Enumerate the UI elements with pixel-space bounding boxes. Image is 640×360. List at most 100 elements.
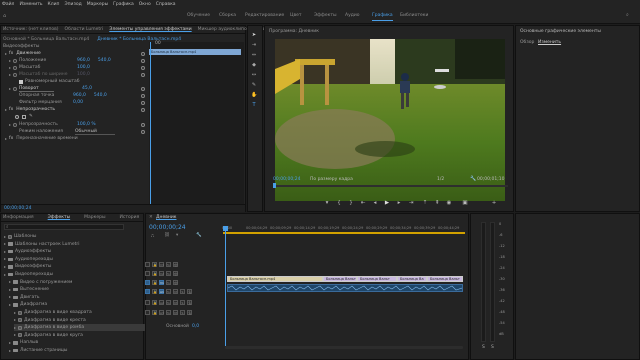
wrench-icon[interactable]: 🔧 <box>470 176 476 182</box>
mic-icon[interactable]: 🎙 <box>187 299 192 305</box>
program-timecode[interactable]: 00;00;00;24 <box>273 177 300 182</box>
go-to-in-icon[interactable]: ⇤ <box>359 200 367 206</box>
timeline-title[interactable]: Дневник <box>156 215 176 220</box>
effects-search-field[interactable]: ⌕ <box>4 224 124 230</box>
mark-out-icon[interactable]: } <box>347 200 355 206</box>
video-clip[interactable]: Больница Вальтасн.mp4 <box>227 276 323 282</box>
workspace-tab[interactable]: Обучение <box>187 13 210 18</box>
compare-icon[interactable]: ▣ <box>461 200 469 206</box>
source-patch[interactable] <box>145 279 150 285</box>
eg-tab-browse[interactable]: Обзор <box>520 40 534 45</box>
solo-right[interactable]: S <box>491 345 494 350</box>
reset-icon[interactable] <box>141 52 145 56</box>
type-tool-icon[interactable]: T <box>251 102 257 108</box>
timeline-playhead[interactable] <box>225 226 226 346</box>
reset-icon[interactable] <box>141 130 145 134</box>
opacity-value[interactable]: 100,0 % <box>77 122 96 127</box>
mic-icon[interactable]: 🎙 <box>187 309 192 315</box>
solo-button[interactable]: S <box>180 299 185 305</box>
source-patch[interactable] <box>145 270 150 276</box>
export-frame-icon[interactable]: ◉ <box>445 200 453 206</box>
timeline-timecode[interactable]: 00;00;00;24 <box>149 224 186 231</box>
mark-in-icon[interactable]: { <box>335 200 343 206</box>
anchor-x-value[interactable]: 960,0 <box>73 93 86 98</box>
mute-button[interactable]: M <box>173 309 178 315</box>
property-value[interactable]: 100,0 <box>77 65 90 70</box>
linked-selection-icon[interactable]: ⛓ <box>164 233 170 238</box>
ec-timecode[interactable]: 00;00;00;24 <box>4 206 31 211</box>
workspace-tab[interactable]: Цвет <box>290 13 302 18</box>
menu-item[interactable]: Справка <box>156 2 176 7</box>
marker-icon[interactable]: ▾ <box>323 200 331 206</box>
solo-button[interactable]: S <box>180 309 185 315</box>
video-clip[interactable]: Больница Вальт <box>323 276 357 282</box>
mini-playhead[interactable] <box>150 42 151 212</box>
close-icon[interactable]: ✕ <box>149 215 153 220</box>
lock-icon[interactable]: 🔒 <box>152 279 157 285</box>
selection-tool-icon[interactable]: ➤ <box>251 32 257 38</box>
effects-list-item[interactable]: Листание страницы <box>9 347 67 354</box>
workspace-tab[interactable]: Сборка <box>219 13 236 18</box>
blend-mode-row[interactable]: Режим наложения Обычный <box>19 128 115 135</box>
fx-motion-row[interactable]: fx Движение <box>5 50 41 57</box>
effects-panel-tab[interactable]: История <box>120 215 140 220</box>
uniform-scale-row[interactable]: Равномерный масштаб <box>19 78 80 85</box>
pen-tool-icon[interactable]: ✎ <box>251 82 257 88</box>
effects-list-item[interactable]: Видеоэффекты <box>4 263 51 270</box>
fx-opacity-row[interactable]: fx Непрозрачность <box>5 106 55 113</box>
track-target-button[interactable]: A2 <box>159 299 164 305</box>
anchor-row[interactable]: Опорная точка 960,0 540,0 <box>19 92 107 99</box>
effect-controls-tab[interactable]: Области Lumetri <box>65 27 104 32</box>
reset-icon[interactable] <box>141 73 145 77</box>
eye-icon[interactable]: 👁 <box>173 270 178 276</box>
effects-panel-tab[interactable]: Информация <box>3 215 34 220</box>
extract-icon[interactable]: ⇞ <box>433 200 441 206</box>
effects-list-item[interactable]: Диафрагма в виде круга <box>14 332 83 339</box>
mini-timeline[interactable]: 00 Больница Вальтасн.mp4 <box>149 41 244 212</box>
video-clip[interactable]: Больница Вальт <box>427 276 463 282</box>
sync-icon[interactable]: ⇆ <box>166 270 171 276</box>
menu-item[interactable]: Клип <box>48 2 60 7</box>
program-scrubber[interactable] <box>273 185 508 187</box>
solo-left[interactable]: S <box>482 345 485 350</box>
opacity-row[interactable]: Непрозрачность 100,0 % <box>9 121 96 128</box>
add-button-icon[interactable]: + <box>490 200 498 206</box>
stopwatch-icon[interactable] <box>13 65 17 70</box>
source-patch[interactable] <box>145 299 150 305</box>
video-clip[interactable]: Больница Ва <box>397 276 427 282</box>
timeline-ruler[interactable] <box>223 232 465 234</box>
search-icon[interactable]: ⌕ <box>626 12 629 18</box>
sync-icon[interactable]: ⇆ <box>166 261 171 267</box>
source-patch[interactable] <box>145 288 150 294</box>
timeline-settings-icon[interactable]: 🔧 <box>196 233 202 238</box>
ripple-edit-icon[interactable]: ⇔ <box>251 52 257 58</box>
source-patch[interactable] <box>145 261 150 267</box>
reset-icon[interactable] <box>141 108 145 112</box>
razor-tool-icon[interactable]: ◆ <box>251 62 257 68</box>
workspace-tab[interactable]: Редактирование <box>245 13 284 18</box>
reset-icon[interactable] <box>141 94 145 98</box>
track-header[interactable]: 🔒 V3 ⇆ 👁 <box>145 260 223 268</box>
mute-button[interactable]: M <box>173 299 178 305</box>
menu-item[interactable]: Маркеры <box>87 2 108 7</box>
hand-tool-icon[interactable]: ✋ <box>251 92 257 98</box>
eye-icon[interactable]: 👁 <box>173 279 178 285</box>
home-icon[interactable]: ⌂ <box>3 13 6 19</box>
mic-icon[interactable]: 🎙 <box>187 288 192 294</box>
uniform-scale-checkbox[interactable] <box>19 79 23 84</box>
reset-icon[interactable] <box>141 59 145 63</box>
track-header[interactable]: 🔒 A1 ⇆ M S 🎙 <box>145 287 223 295</box>
track-target-button[interactable]: V2 <box>159 270 164 276</box>
effects-list-item[interactable]: Видеопереходы <box>4 271 53 278</box>
eye-icon[interactable]: 👁 <box>173 261 178 267</box>
sync-icon[interactable]: ⇆ <box>166 279 171 285</box>
lock-icon[interactable]: 🔒 <box>152 270 157 276</box>
lock-icon[interactable]: 🔒 <box>152 261 157 267</box>
track-target-button[interactable]: A3 <box>159 309 164 315</box>
workspace-tab[interactable]: Аудио <box>345 13 360 18</box>
effects-list-item[interactable]: Диафрагма в виде креста <box>14 317 86 324</box>
effects-list-item[interactable]: Аудиоэффекты <box>4 248 51 255</box>
motion-property-row[interactable]: Масштаб по ширине 100,0 <box>9 71 98 78</box>
stopwatch-icon[interactable] <box>13 58 17 63</box>
rotation-value[interactable]: 45,0 <box>82 86 92 91</box>
